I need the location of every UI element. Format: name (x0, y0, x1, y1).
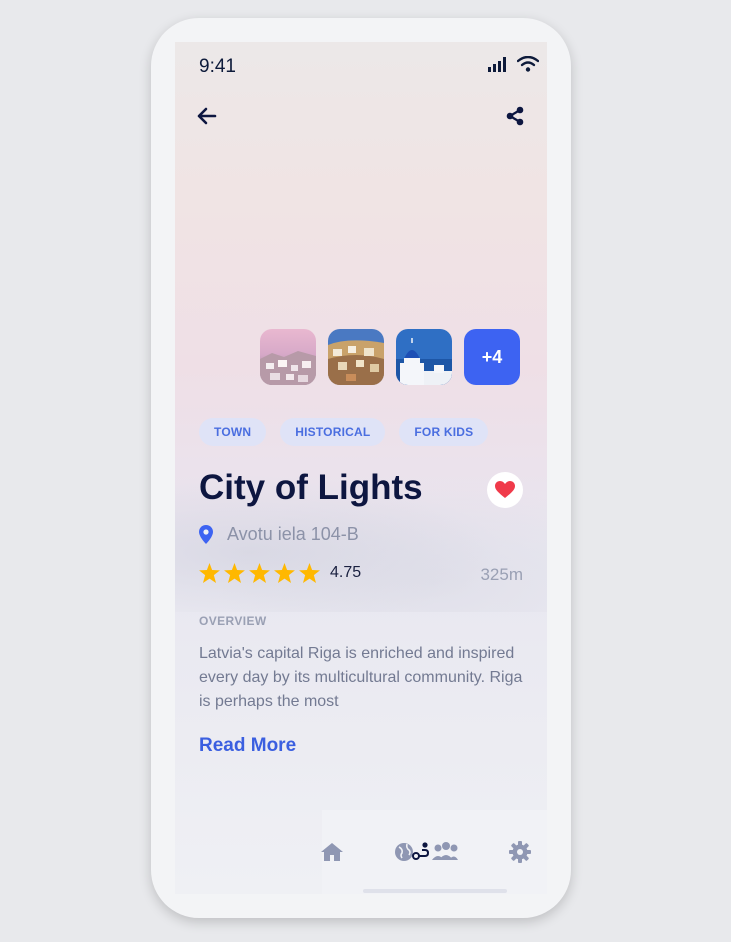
wifi-icon (517, 56, 539, 72)
address-row: Avotu iela 104-B (199, 524, 359, 545)
screen: 9:41 +4 TOWN HISTORICAL FOR KIDS City of… (175, 42, 547, 894)
cellular-signal-icon (488, 57, 506, 72)
overview-heading: OVERVIEW (199, 614, 267, 628)
globe-route-icon (395, 842, 458, 861)
arrow-left-icon (197, 107, 217, 125)
status-time: 9:41 (199, 56, 236, 77)
nav-explore[interactable] (394, 840, 458, 864)
share-button[interactable] (503, 104, 527, 128)
gallery-thumbnail[interactable] (396, 329, 452, 385)
tag-chip[interactable]: FOR KIDS (399, 418, 489, 446)
star-icon (199, 563, 220, 583)
star-icon (224, 563, 245, 583)
heart-icon (495, 481, 515, 498)
bottom-nav (320, 810, 547, 894)
favorite-button[interactable] (487, 472, 523, 508)
more-photos-button[interactable]: +4 (464, 329, 520, 385)
rating-row: 4.75 (199, 563, 361, 583)
star-icon (299, 563, 320, 583)
status-icons (487, 56, 547, 72)
star-rating (199, 563, 320, 583)
tag-list: TOWN HISTORICAL FOR KIDS (199, 418, 489, 446)
star-icon (274, 563, 295, 583)
read-more-link[interactable]: Read More (199, 735, 296, 757)
share-icon (506, 106, 524, 126)
tag-chip[interactable]: TOWN (199, 418, 267, 446)
tag-chip[interactable]: HISTORICAL (280, 418, 386, 446)
nav-settings[interactable] (508, 840, 532, 864)
gear-icon (509, 841, 531, 863)
more-photos-count: +4 (481, 346, 503, 367)
rating-value: 4.75 (330, 564, 362, 581)
gallery-thumbnail[interactable] (260, 329, 316, 385)
nav-home[interactable] (320, 840, 344, 864)
photo-gallery: +4 (260, 329, 520, 385)
gallery-thumbnail[interactable] (328, 329, 384, 385)
place-address: Avotu iela 104-B (227, 524, 359, 544)
home-indicator (363, 889, 507, 893)
back-button[interactable] (195, 104, 219, 128)
map-pin-icon (199, 525, 213, 544)
place-title: City of Lights (199, 468, 423, 507)
star-icon (249, 563, 270, 583)
overview-text: Latvia's capital Riga is enriched and in… (199, 645, 523, 710)
home-icon (321, 843, 343, 861)
distance-value: 325m (480, 565, 523, 584)
